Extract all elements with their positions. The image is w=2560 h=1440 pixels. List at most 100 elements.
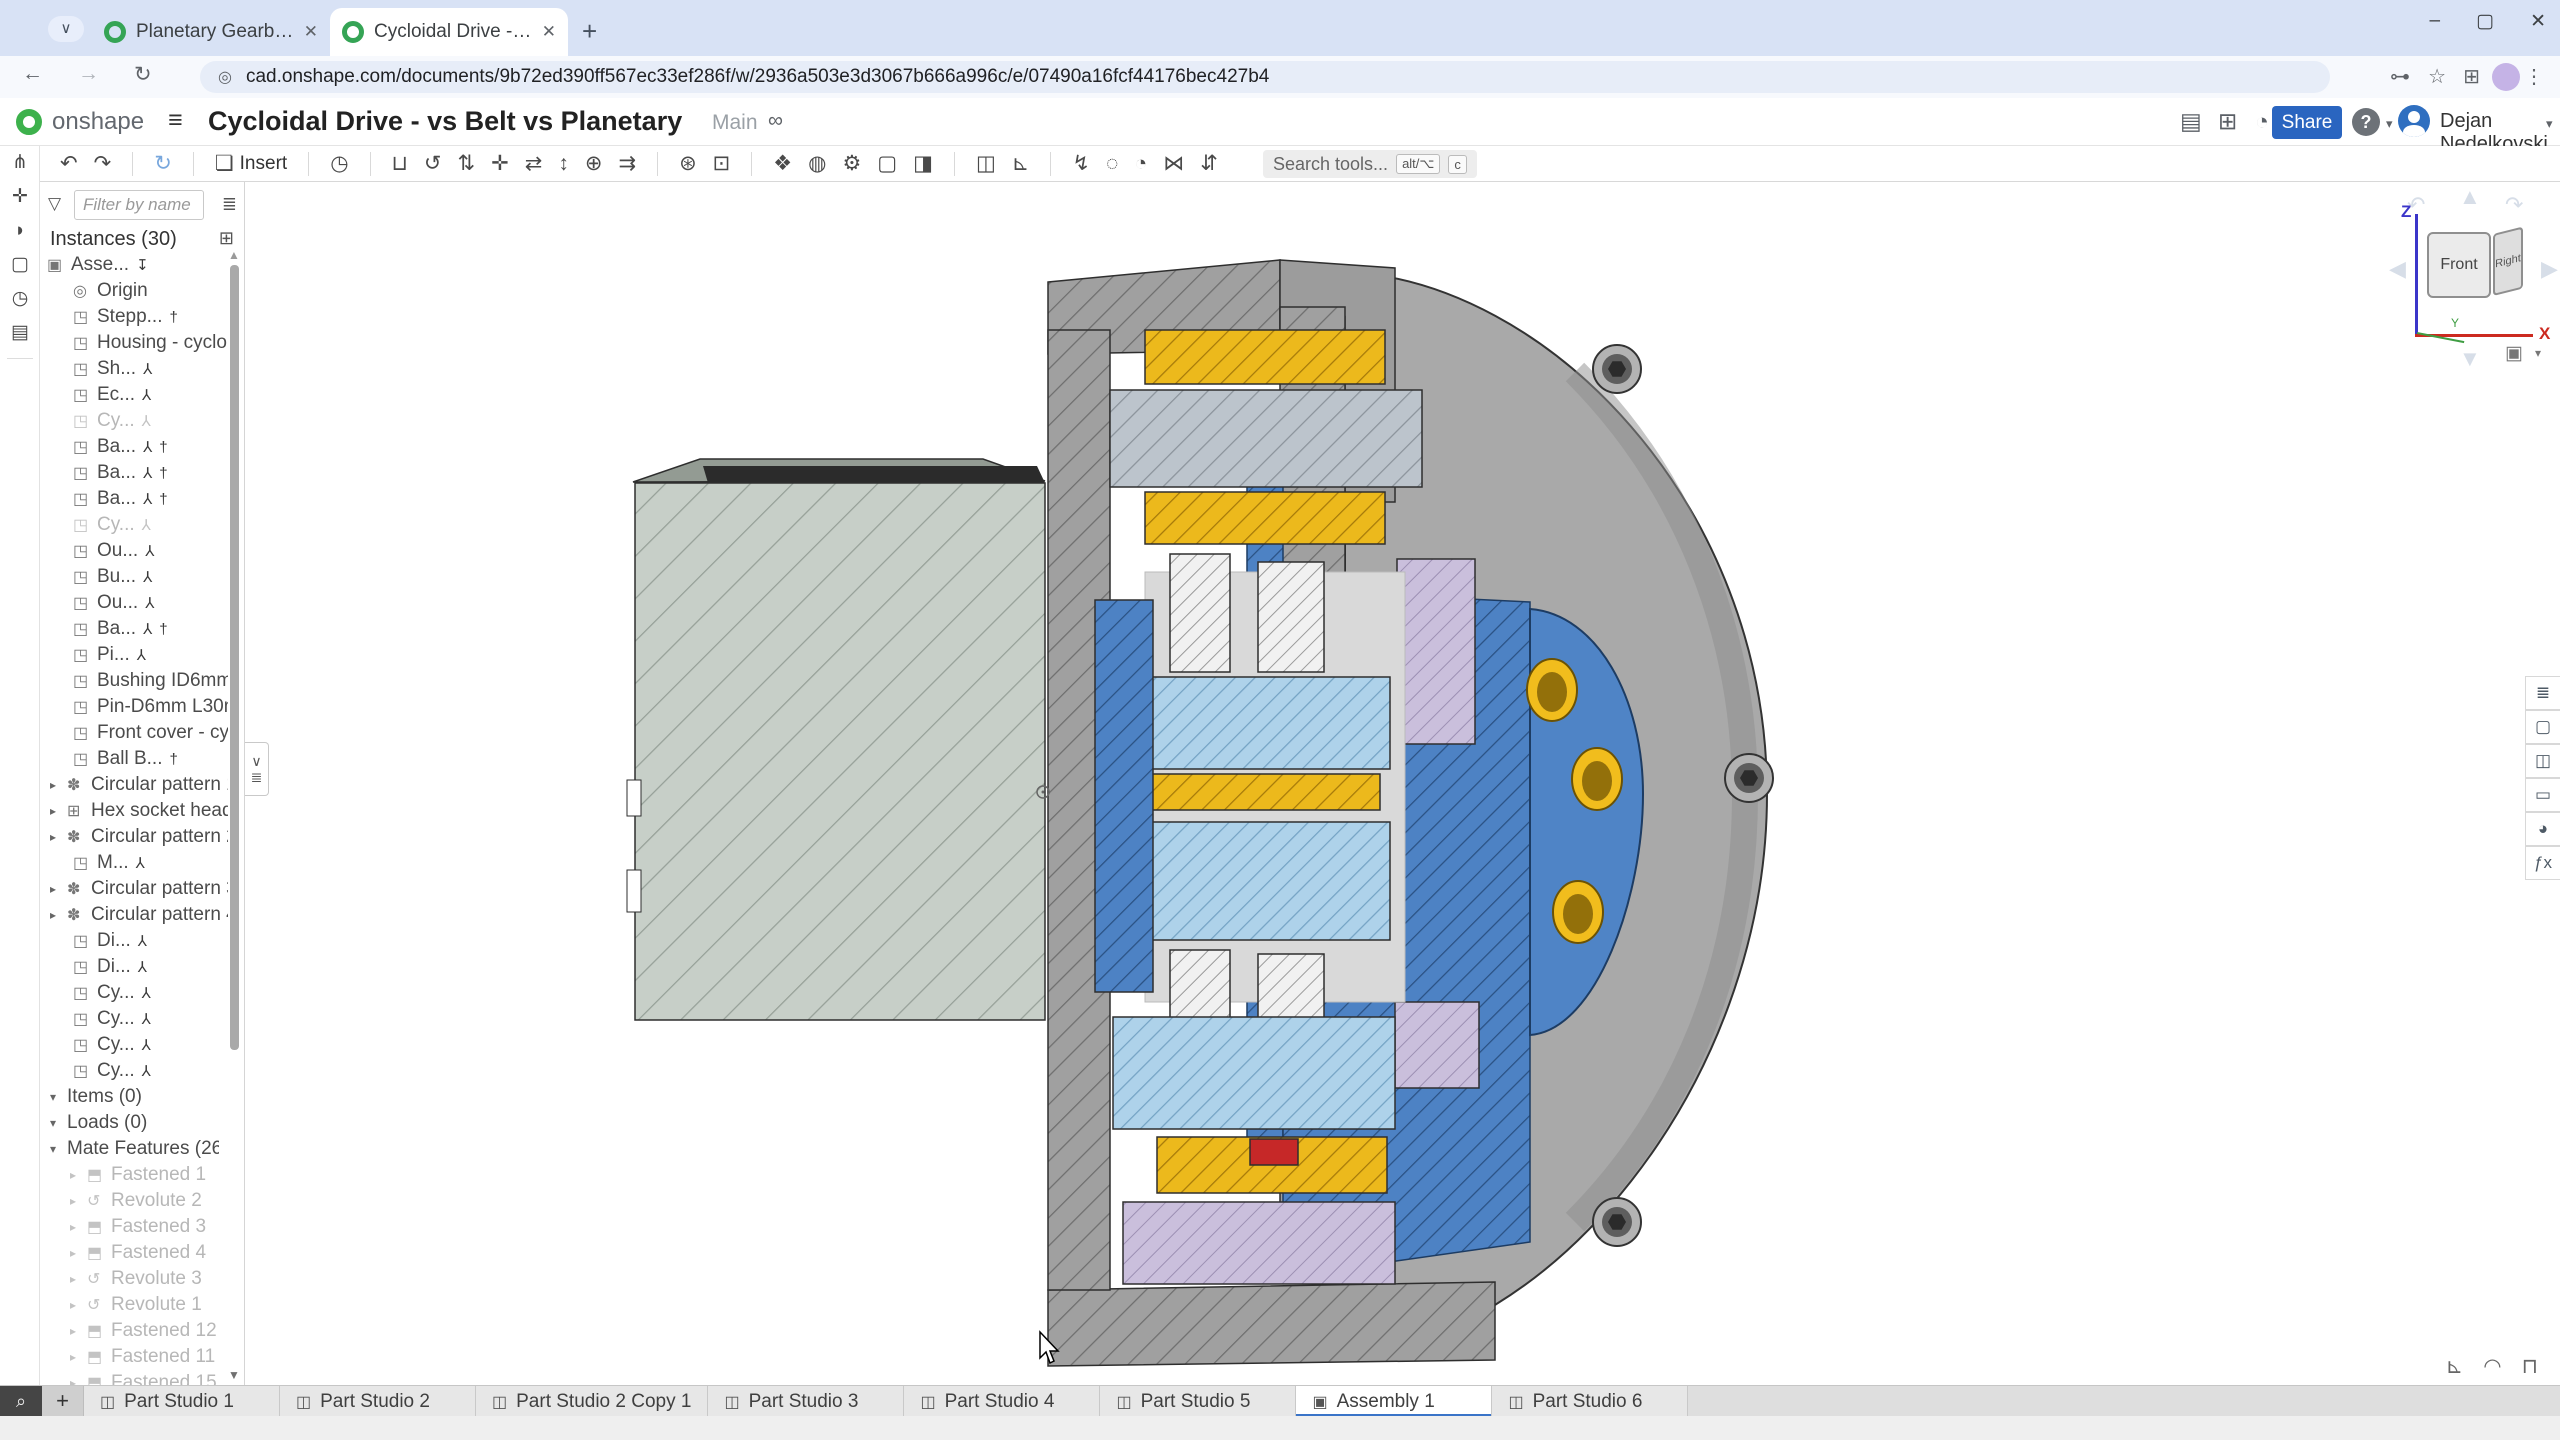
share-button[interactable]: Share <box>2272 106 2342 139</box>
tree-row[interactable]: ◳ Bushing ID6mm OD... <box>40 668 228 694</box>
right-panel-icon[interactable]: ƒx <box>2525 846 2560 880</box>
address-bar[interactable]: ◎ cad.onshape.com/documents/9b72ed390ff5… <box>200 61 2330 93</box>
toolbar-tool[interactable]: ↻ <box>146 151 180 176</box>
tab-search-button[interactable]: ∨ <box>48 16 84 42</box>
expand-chevron-icon[interactable]: ▸ <box>70 1350 87 1364</box>
tree-row[interactable]: ▸ ⊞ Hex socket head ca... <box>40 798 228 824</box>
filter-icon[interactable]: ▽ <box>48 194 61 214</box>
tree-row[interactable]: ◳ Ec... ⅄ <box>40 382 228 408</box>
reload-icon[interactable]: ↻ <box>134 62 152 87</box>
tree-row[interactable]: ▸ ⬒ Fastened 12 <box>40 1318 228 1344</box>
tree-row[interactable]: ◳ Cy... ⅄ <box>40 1006 228 1032</box>
browser-profile-avatar[interactable] <box>2492 63 2520 91</box>
gearbox-internals[interactable] <box>1095 330 1422 1284</box>
toolbar-tool[interactable]: ⇅ <box>450 151 484 176</box>
toolbar-tool[interactable]: ⊔ <box>384 151 416 176</box>
hex-socket-screw[interactable] <box>1593 345 1641 393</box>
tree-row[interactable]: ▾ Mate Features (26) <box>40 1136 228 1162</box>
tree-row[interactable]: ◳ Pi... ⅄ <box>40 642 228 668</box>
element-tab[interactable]: ◫ Part Studio 3 <box>708 1386 904 1417</box>
right-panel-icon[interactable]: ◫ <box>2525 744 2560 778</box>
tree-row[interactable]: ◳ Housing - cycloidal ... <box>40 330 228 356</box>
rotate-left-icon[interactable]: ◀ <box>2389 256 2406 282</box>
toolbar-tool[interactable]: ⊾ <box>1004 151 1038 176</box>
expand-chevron-icon[interactable]: ▸ <box>70 1376 87 1385</box>
toolbar-tool[interactable]: ⋈ <box>1155 151 1192 176</box>
toolbar-tool[interactable]: ↕ <box>550 152 577 176</box>
toolbar-tool[interactable]: ⇵ <box>1192 151 1226 176</box>
rotate-right-icon[interactable]: ▶ <box>2541 256 2558 282</box>
tree-row[interactable]: ◳ Cy... ⅄ <box>40 408 228 434</box>
toolbar-tool[interactable] <box>180 152 207 176</box>
tree-row[interactable]: ▸ ⬒ Fastened 11 <box>40 1344 228 1370</box>
search-tools-box[interactable]: Search tools... alt/⌥ c <box>1263 150 1477 178</box>
view-cube-front-face[interactable]: Front <box>2427 232 2491 298</box>
expand-chevron-icon[interactable]: ▸ <box>50 908 67 922</box>
element-search-button[interactable]: ⌕ <box>0 1386 42 1417</box>
workspace-branch-label[interactable]: Main <box>712 111 758 135</box>
tree-row[interactable]: ▾ Items (0) <box>40 1084 228 1110</box>
user-menu-caret-icon[interactable]: ▾ <box>2546 116 2553 132</box>
extensions-icon[interactable]: ⊞ <box>2463 64 2480 89</box>
toolbar-tool[interactable]: ◌ <box>1098 152 1126 176</box>
scroll-down-icon[interactable]: ▼ <box>228 1368 240 1382</box>
password-key-icon[interactable]: ⊶ <box>2390 64 2410 89</box>
versions-history-icon[interactable]: ⋔ <box>0 146 40 180</box>
view-cube-right-face[interactable]: Right <box>2493 227 2523 296</box>
element-tab[interactable]: ◫ Part Studio 5 <box>1100 1386 1296 1417</box>
toolbar-tool[interactable] <box>295 152 322 176</box>
window-control-button[interactable]: ▢ <box>2476 10 2494 33</box>
add-instance-icon[interactable]: ⊞ <box>219 228 234 249</box>
toolbar-tool[interactable]: ◷ <box>322 151 356 176</box>
toolbar-tool[interactable]: ✛ <box>483 151 517 176</box>
measure-tool-icon[interactable]: ⊾ <box>2446 1354 2464 1379</box>
expand-chevron-icon[interactable]: ▸ <box>50 778 67 792</box>
expand-chevron-icon[interactable]: ▸ <box>70 1298 87 1312</box>
tree-row[interactable]: ▾ Loads (0) <box>40 1110 228 1136</box>
hex-socket-screw[interactable] <box>1725 754 1773 802</box>
tree-row[interactable]: ◳ Sh... ⅄ <box>40 356 228 382</box>
expand-chevron-icon[interactable]: ▸ <box>70 1324 87 1338</box>
tree-row[interactable]: ▸ ⬒ Fastened 3 <box>40 1214 228 1240</box>
expand-chevron-icon[interactable]: ▸ <box>70 1194 87 1208</box>
tab-close-icon[interactable]: ✕ <box>542 22 556 42</box>
toolbar-tool[interactable] <box>357 152 384 176</box>
view-menu-caret-icon[interactable]: ▾ <box>2535 346 2541 360</box>
app-store-icon[interactable]: ⊞ <box>2218 108 2237 135</box>
tree-row[interactable]: ◳ Cy... ⅄ <box>40 1032 228 1058</box>
toolbar-tool[interactable]: ↷ <box>86 151 120 176</box>
window-control-button[interactable]: – <box>2430 10 2441 33</box>
toolbar-tool[interactable]: ↯ <box>1064 151 1098 176</box>
element-tab[interactable]: ◫ Part Studio 2 Copy 1 <box>476 1386 708 1417</box>
user-avatar[interactable] <box>2398 105 2430 137</box>
toolbar-tool[interactable]: ⊕ <box>577 151 611 176</box>
graphics-viewport[interactable]: ∨ ≣ ▲ ↶ ↷ ◀ ▶ ▼ Z Front Right X Y ▣ ▾ ≣▢… <box>245 182 2560 1385</box>
expand-chevron-icon[interactable]: ▾ <box>50 1116 67 1130</box>
element-tab[interactable]: ◫ Part Studio 2 <box>280 1386 476 1417</box>
toolbar-tool[interactable]: ◫ <box>968 151 1004 176</box>
right-panel-icon[interactable]: ≣ <box>2525 676 2560 710</box>
tree-row[interactable]: ▸ ↺ Revolute 3 <box>40 1266 228 1292</box>
tree-row[interactable]: ▸ ⬒ Fastened 4 <box>40 1240 228 1266</box>
expand-chevron-icon[interactable]: ▸ <box>50 804 67 818</box>
panel-toggle-tab[interactable]: ∨ ≣ <box>245 742 269 796</box>
learning-center-icon[interactable]: ◔ <box>2255 108 2269 135</box>
rotate-cw-icon[interactable]: ↷ <box>2505 192 2523 218</box>
tree-row[interactable]: ◳ Stepp... † <box>40 304 228 330</box>
tree-row[interactable]: ◳ Cy... ⅄ <box>40 512 228 538</box>
browser-menu-icon[interactable]: ⋮ <box>2524 64 2544 89</box>
link-icon[interactable]: ∞ <box>768 109 783 133</box>
help-icon[interactable]: ? <box>2352 108 2380 136</box>
forward-icon[interactable]: → <box>78 62 99 86</box>
panel-scrollbar[interactable] <box>230 265 239 1050</box>
tree-row[interactable]: ▸ ✽ Circular pattern 4 <box>40 902 228 928</box>
element-tab[interactable]: ◫ Part Studio 4 <box>904 1386 1100 1417</box>
tree-row[interactable]: ▸ ↺ Revolute 2 <box>40 1188 228 1214</box>
toolbar-tool[interactable]: ⇄ <box>517 151 551 176</box>
toolbar-tool[interactable]: ⚙ <box>834 151 869 176</box>
tree-row[interactable]: ◳ Ball B... † <box>40 746 228 772</box>
window-control-button[interactable]: ✕ <box>2530 10 2546 33</box>
strip-icon[interactable]: ▤ <box>0 316 40 350</box>
cad-model-svg[interactable] <box>245 182 2560 1385</box>
toolbar-tool[interactable] <box>1037 152 1064 176</box>
